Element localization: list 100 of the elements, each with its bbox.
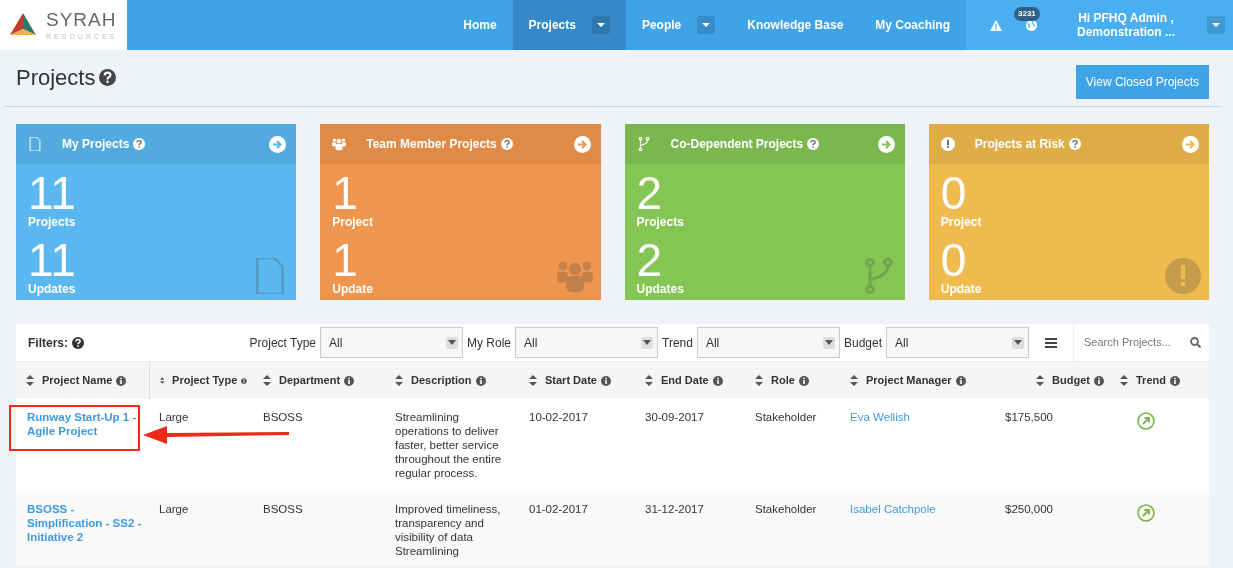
card-title[interactable]: Co-Dependent Projects (670, 135, 804, 153)
budget-cell: $250,000 (1005, 503, 1053, 515)
project-type-cell: Large (159, 411, 189, 423)
count-label: Updates (28, 283, 77, 297)
count-label: Update (332, 283, 374, 297)
column-header[interactable]: Budget (1052, 372, 1090, 389)
dropdown-button[interactable] (591, 16, 610, 34)
filter-select[interactable]: All (320, 327, 464, 358)
department-cell: BSOSS (263, 503, 303, 515)
view-closed-projects-button[interactable]: View Closed Projects (1075, 65, 1209, 99)
update-count: 2 (636, 237, 663, 284)
project-count: 0 (940, 170, 967, 216)
manager-link[interactable]: Isabel Catchpole (850, 503, 936, 515)
nav-tab[interactable]: Projects (528, 16, 576, 34)
exclamation-icon (940, 137, 955, 151)
globe-icon[interactable] (1026, 20, 1037, 32)
date-cell: 30-09-2017 (645, 411, 704, 423)
help-icon[interactable] (99, 69, 117, 87)
card-title[interactable]: My Projects (62, 135, 130, 153)
nav-tab[interactable]: Knowledge Base (747, 16, 844, 34)
search-icon[interactable] (1190, 337, 1201, 348)
sort-icon[interactable] (645, 375, 653, 386)
sort-icon[interactable] (159, 375, 165, 386)
nav-tab[interactable]: Home (463, 16, 497, 34)
date-cell: 31-12-2017 (645, 503, 704, 515)
sort-icon[interactable] (263, 375, 271, 386)
card-title[interactable]: Projects at Risk (974, 135, 1065, 153)
count-label: Project (332, 216, 374, 230)
info-icon (1169, 375, 1180, 386)
info-icon (600, 375, 611, 386)
budget-cell: $175,500 (1005, 411, 1053, 423)
info-icon (344, 375, 355, 386)
date-cell: 10-02-2017 (529, 411, 588, 423)
arrow-right-circle-icon[interactable] (573, 135, 591, 153)
count-label: Update (940, 283, 983, 297)
description-cell: Streamlining operations to deliver faster, better service throughout the entire regular process. (395, 411, 502, 479)
card-title[interactable]: Team Member Projects (366, 135, 497, 153)
date-cell: 01-02-2017 (529, 503, 588, 515)
column-header[interactable]: Trend (1136, 372, 1166, 389)
project-type-cell: Large (159, 503, 189, 515)
count-label: Projects (28, 216, 77, 230)
column-header[interactable]: Role (771, 372, 795, 389)
filters-label: Filters: (28, 334, 68, 352)
filter-label: Trend (662, 334, 693, 352)
project-link[interactable]: Runway Start-Up 1 - Agile Project (27, 410, 143, 438)
project-count: 11 (28, 170, 76, 216)
organisation-name[interactable]: Demonstration ... (1077, 25, 1175, 40)
project-count: 2 (636, 170, 663, 216)
caret-icon (596, 23, 605, 27)
notification-count: 3231 (1014, 7, 1040, 21)
arrow-right-circle-icon[interactable] (269, 135, 287, 153)
sort-icon[interactable] (1036, 375, 1045, 386)
filter-select[interactable]: All (696, 327, 840, 358)
document-icon (28, 137, 42, 151)
info-icon (955, 375, 966, 386)
caret-icon (1212, 23, 1220, 27)
info-icon (1094, 375, 1104, 386)
update-count: 0 (940, 237, 967, 284)
nav-tab[interactable]: People (641, 16, 682, 34)
dropdown-button[interactable] (697, 16, 716, 34)
branch-icon (636, 137, 651, 151)
sort-icon[interactable] (755, 375, 763, 386)
help-icon[interactable] (72, 336, 84, 349)
manager-link[interactable]: Eva Wellish (850, 411, 910, 423)
sort-icon[interactable] (850, 375, 858, 386)
caret-icon (702, 23, 711, 27)
project-count: 1 (332, 170, 358, 216)
count-label: Project (940, 216, 983, 230)
filter-select[interactable]: All (515, 327, 659, 358)
role-cell: Stakeholder (755, 411, 817, 423)
count-label: Updates (636, 283, 685, 297)
search-field[interactable]: Search Projects... (1082, 333, 1182, 352)
sort-icon[interactable] (395, 375, 403, 386)
dropdown-button[interactable] (1207, 16, 1225, 34)
description-cell: Improved timeliness, transparency and visibility of data Streamlining (395, 503, 501, 557)
update-count: 11 (28, 237, 76, 284)
caret-icon (1014, 340, 1022, 345)
sort-icon[interactable] (26, 375, 34, 386)
info-icon (475, 375, 486, 386)
filter-label: Project Type (249, 334, 317, 352)
role-cell: Stakeholder (755, 503, 817, 515)
user-greeting[interactable]: Hi PFHQ Admin , (1077, 10, 1175, 25)
info-icon (241, 375, 247, 386)
exclamation-icon (1165, 258, 1201, 295)
sort-icon[interactable] (1120, 375, 1128, 386)
sort-icon[interactable] (529, 375, 537, 386)
info-icon (712, 375, 723, 386)
filter-select[interactable]: All (886, 327, 1029, 358)
info-icon (116, 375, 127, 386)
caret-icon (448, 340, 457, 345)
caret-icon (824, 340, 833, 345)
logo-text: SYRAH (46, 10, 118, 29)
count-label: Projects (636, 216, 685, 230)
info-icon (798, 375, 809, 386)
update-count: 1 (332, 237, 358, 284)
department-cell: BSOSS (263, 411, 303, 423)
nav-tab[interactable]: My Coaching (875, 16, 950, 34)
menu-icon[interactable] (1045, 337, 1057, 348)
filter-label: My Role (467, 334, 512, 352)
filter-label: Budget (843, 334, 882, 352)
